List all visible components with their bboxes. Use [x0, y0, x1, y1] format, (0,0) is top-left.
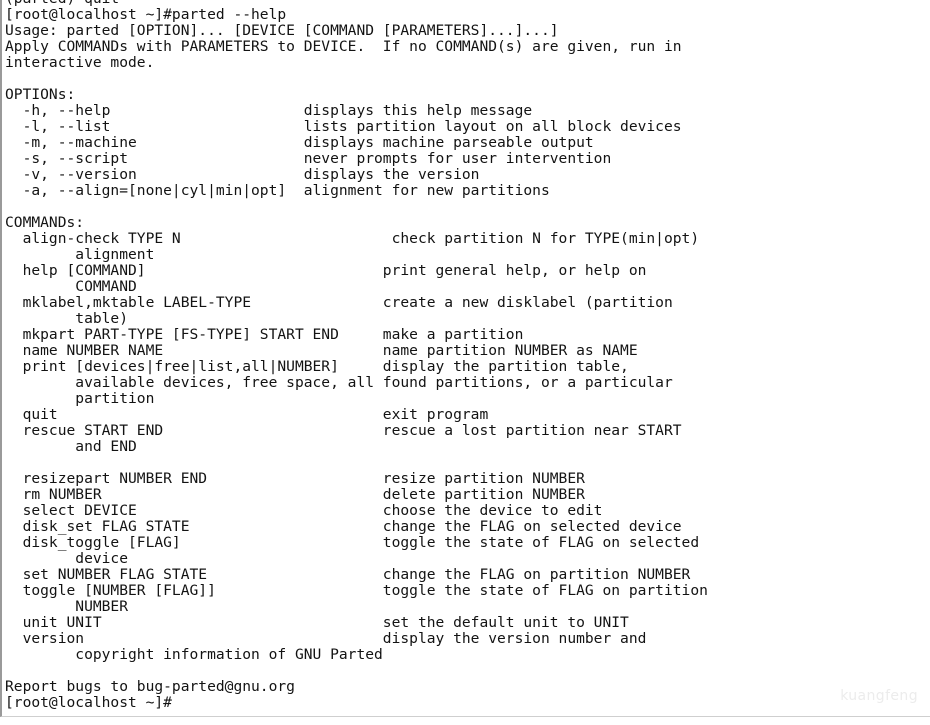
terminal-line: -v, --version displays the version: [5, 166, 480, 183]
terminal-line: set NUMBER FLAG STATE change the FLAG on…: [5, 566, 691, 583]
terminal-line: alignment: [5, 246, 155, 263]
terminal-line: -s, --script never prompts for user inte…: [5, 150, 612, 167]
terminal-line: COMMANDs:: [5, 214, 85, 231]
terminal-line: OPTIONs:: [5, 86, 76, 103]
terminal-line: NUMBER: [5, 598, 129, 615]
terminal-line: -m, --machine displays machine parseable…: [5, 134, 594, 151]
terminal-line: [root@localhost ~]#parted --help: [5, 6, 287, 23]
terminal-line: available devices, free space, all found…: [5, 374, 673, 391]
terminal-line: rescue START END rescue a lost partition…: [5, 422, 682, 439]
terminal-line: select DEVICE choose the device to edit: [5, 502, 603, 519]
terminal-output-area: (parted) quit[root@localhost ~]#parted -…: [5, 0, 930, 711]
terminal-line: COMMAND: [5, 278, 137, 295]
terminal-line: name NUMBER NAME name partition NUMBER a…: [5, 342, 638, 359]
terminal-line: partition: [5, 390, 155, 407]
terminal-line: [root@localhost ~]#: [5, 694, 172, 711]
terminal-window[interactable]: (parted) quit[root@localhost ~]#parted -…: [0, 0, 930, 717]
terminal-line: Apply COMMANDs with PARAMETERS to DEVICE…: [5, 38, 682, 55]
terminal-line: mklabel,mktable LABEL-TYPE create a new …: [5, 294, 673, 311]
terminal-line: device: [5, 550, 129, 567]
terminal-line: table): [5, 310, 129, 327]
terminal-line: -a, --align=[none|cyl|min|opt] alignment…: [5, 182, 550, 199]
terminal-line: help [COMMAND] print general help, or he…: [5, 262, 647, 279]
terminal-line: interactive mode.: [5, 54, 155, 71]
terminal-line: disk_set FLAG STATE change the FLAG on s…: [5, 518, 682, 535]
terminal-line: and END: [5, 438, 137, 455]
terminal-line: resizepart NUMBER END resize partition N…: [5, 470, 585, 487]
terminal-line: disk_toggle [FLAG] toggle the state of F…: [5, 534, 700, 551]
terminal-line: unit UNIT set the default unit to UNIT: [5, 614, 629, 631]
terminal-line: print [devices|free|list,all|NUMBER] dis…: [5, 358, 629, 375]
terminal-line: Usage: parted [OPTION]... [DEVICE [COMMA…: [5, 22, 559, 39]
terminal-line: align-check TYPE N check partition N for…: [5, 230, 700, 247]
terminal-line: -h, --help displays this help message: [5, 102, 533, 119]
terminal-line: copyright information of GNU Parted: [5, 646, 383, 663]
terminal-line: quit exit program: [5, 406, 489, 423]
terminal-line: Report bugs to bug-parted@gnu.org: [5, 678, 295, 695]
terminal-line: -l, --list lists partition layout on all…: [5, 118, 682, 135]
terminal-line: version display the version number and: [5, 630, 647, 647]
terminal-line: rm NUMBER delete partition NUMBER: [5, 486, 585, 503]
terminal-line: toggle [NUMBER [FLAG]] toggle the state …: [5, 582, 708, 599]
terminal-line: mkpart PART-TYPE [FS-TYPE] START END mak…: [5, 326, 524, 343]
